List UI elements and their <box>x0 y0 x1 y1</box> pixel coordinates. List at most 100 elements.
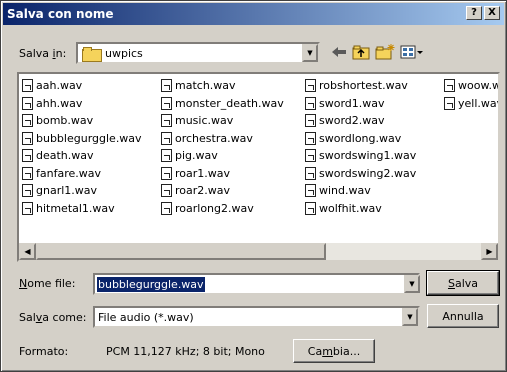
file-column-3: robshortest.wav sword1.wav sword2.wav sword… <box>305 77 416 217</box>
file-item[interactable]: sword2.wav <box>305 112 416 130</box>
close-button[interactable]: X <box>484 6 500 20</box>
file-item[interactable]: yell.wav <box>444 95 500 113</box>
cancel-button[interactable]: Annulla <box>427 304 499 328</box>
audio-file-icon <box>161 96 172 110</box>
help-button[interactable]: ? <box>466 6 482 20</box>
audio-file-icon <box>161 184 172 198</box>
audio-file-icon <box>305 114 316 128</box>
file-name: bomb.wav <box>36 114 94 128</box>
file-name: death.wav <box>36 149 94 163</box>
file-name: pig.wav <box>175 149 218 163</box>
file-name: ahh.wav <box>36 96 83 110</box>
file-item[interactable]: music.wav <box>161 112 284 130</box>
audio-file-icon <box>305 149 316 163</box>
file-name: hitmetal1.wav <box>36 201 115 215</box>
save-button[interactable]: Salva <box>426 270 500 296</box>
change-button[interactable]: Ca m bia... <box>293 339 375 363</box>
file-item[interactable]: roar2.wav <box>161 182 284 200</box>
file-item[interactable]: swordswing2.wav <box>305 165 416 183</box>
file-item[interactable]: swordlong.wav <box>305 130 416 148</box>
filename-value: bubblegurggle.wav <box>97 277 205 292</box>
file-column-4: woow.wav yell.wav <box>444 77 500 113</box>
audio-file-icon <box>22 131 33 145</box>
horizontal-scrollbar[interactable]: ◀ ▶ <box>19 243 498 260</box>
audio-file-icon <box>161 201 172 215</box>
scroll-right-icon[interactable]: ▶ <box>481 243 498 260</box>
file-item[interactable]: wind.wav <box>305 182 416 200</box>
file-name: roar1.wav <box>175 166 231 180</box>
file-item[interactable]: death.wav <box>22 147 142 165</box>
file-name: monster_death.wav <box>175 96 284 110</box>
file-item[interactable]: ahh.wav <box>22 95 142 113</box>
file-name: roar2.wav <box>175 184 231 198</box>
file-item[interactable]: aah.wav <box>22 77 142 95</box>
audio-file-icon <box>22 114 33 128</box>
audio-file-icon <box>444 79 455 93</box>
audio-file-icon <box>305 96 316 110</box>
file-item[interactable]: pig.wav <box>161 147 284 165</box>
view-menu-icon[interactable] <box>399 43 425 61</box>
file-name: wolfhit.wav <box>319 201 382 215</box>
audio-file-icon <box>444 96 455 110</box>
audio-file-icon <box>22 149 33 163</box>
file-name: gnarl1.wav <box>36 184 98 198</box>
audio-file-icon <box>22 79 33 93</box>
file-item[interactable]: woow.wav <box>444 77 500 95</box>
audio-file-icon <box>305 184 316 198</box>
format-value: PCM 11,127 kHz; 8 bit; Mono <box>106 345 265 358</box>
file-name: aah.wav <box>36 79 83 93</box>
audio-file-icon <box>161 131 172 145</box>
file-column-2: match.wav monster_death.wav music.wav orche… <box>161 77 284 217</box>
file-name: robshortest.wav <box>319 79 408 93</box>
file-list[interactable]: aah.wav ahh.wav bomb.wav bubblegurggle.wav d… <box>17 72 500 262</box>
file-name: roarlong2.wav <box>175 201 254 215</box>
save-in-value: uwpics <box>105 46 143 60</box>
audio-file-icon <box>22 184 33 198</box>
file-name: woow.wav <box>458 79 500 93</box>
file-item[interactable]: hitmetal1.wav <box>22 200 142 218</box>
title-bar: Salva con nome ? X <box>3 3 504 25</box>
file-name: music.wav <box>175 114 234 128</box>
save-in-dropdown[interactable]: uwpics ▼ <box>76 42 320 64</box>
back-arrow-icon[interactable] <box>329 43 349 61</box>
window-title: Salva con nome <box>7 7 114 21</box>
audio-file-icon <box>305 166 316 180</box>
file-item[interactable]: sword1.wav <box>305 95 416 113</box>
file-item[interactable]: gnarl1.wav <box>22 182 142 200</box>
file-name: sword2.wav <box>319 114 385 128</box>
filename-input[interactable]: bubblegurggle.wav ▼ <box>93 273 420 295</box>
filetype-label: Salva come: <box>19 311 87 324</box>
file-item[interactable]: robshortest.wav <box>305 77 416 95</box>
file-column-1: aah.wav ahh.wav bomb.wav bubblegurggle.wav d… <box>22 77 142 217</box>
save-in-label: Salva in: <box>19 47 67 60</box>
file-item[interactable]: wolfhit.wav <box>305 200 416 218</box>
audio-file-icon <box>22 96 33 110</box>
save-as-dialog: Salva con nome ? X Salva in: uwpics ▼ aa… <box>0 0 507 372</box>
audio-file-icon <box>305 131 316 145</box>
file-item[interactable]: orchestra.wav <box>161 130 284 148</box>
file-name: swordswing2.wav <box>319 166 417 180</box>
scroll-left-icon[interactable]: ◀ <box>19 243 36 260</box>
audio-file-icon <box>161 149 172 163</box>
filename-label: Nome file: <box>19 277 76 290</box>
file-name: bubblegurggle.wav <box>36 131 142 145</box>
chevron-down-icon[interactable]: ▼ <box>402 308 418 326</box>
scroll-thumb[interactable] <box>36 243 326 260</box>
chevron-down-icon[interactable]: ▼ <box>404 275 420 293</box>
file-name: match.wav <box>175 79 236 93</box>
file-item[interactable]: bomb.wav <box>22 112 142 130</box>
filetype-dropdown[interactable]: File audio (*.wav) ▼ <box>93 306 420 328</box>
chevron-down-icon[interactable]: ▼ <box>302 44 318 62</box>
file-item[interactable]: roar1.wav <box>161 165 284 183</box>
file-item[interactable]: fanfare.wav <box>22 165 142 183</box>
audio-file-icon <box>22 166 33 180</box>
file-item[interactable]: swordswing1.wav <box>305 147 416 165</box>
file-item[interactable]: bubblegurggle.wav <box>22 130 142 148</box>
new-folder-icon[interactable] <box>375 43 395 61</box>
file-item[interactable]: monster_death.wav <box>161 95 284 113</box>
file-item[interactable]: match.wav <box>161 77 284 95</box>
file-name: yell.wav <box>458 96 500 110</box>
filename-dropdown[interactable]: ▼ <box>402 273 420 295</box>
up-folder-icon[interactable] <box>351 43 371 61</box>
file-item[interactable]: roarlong2.wav <box>161 200 284 218</box>
